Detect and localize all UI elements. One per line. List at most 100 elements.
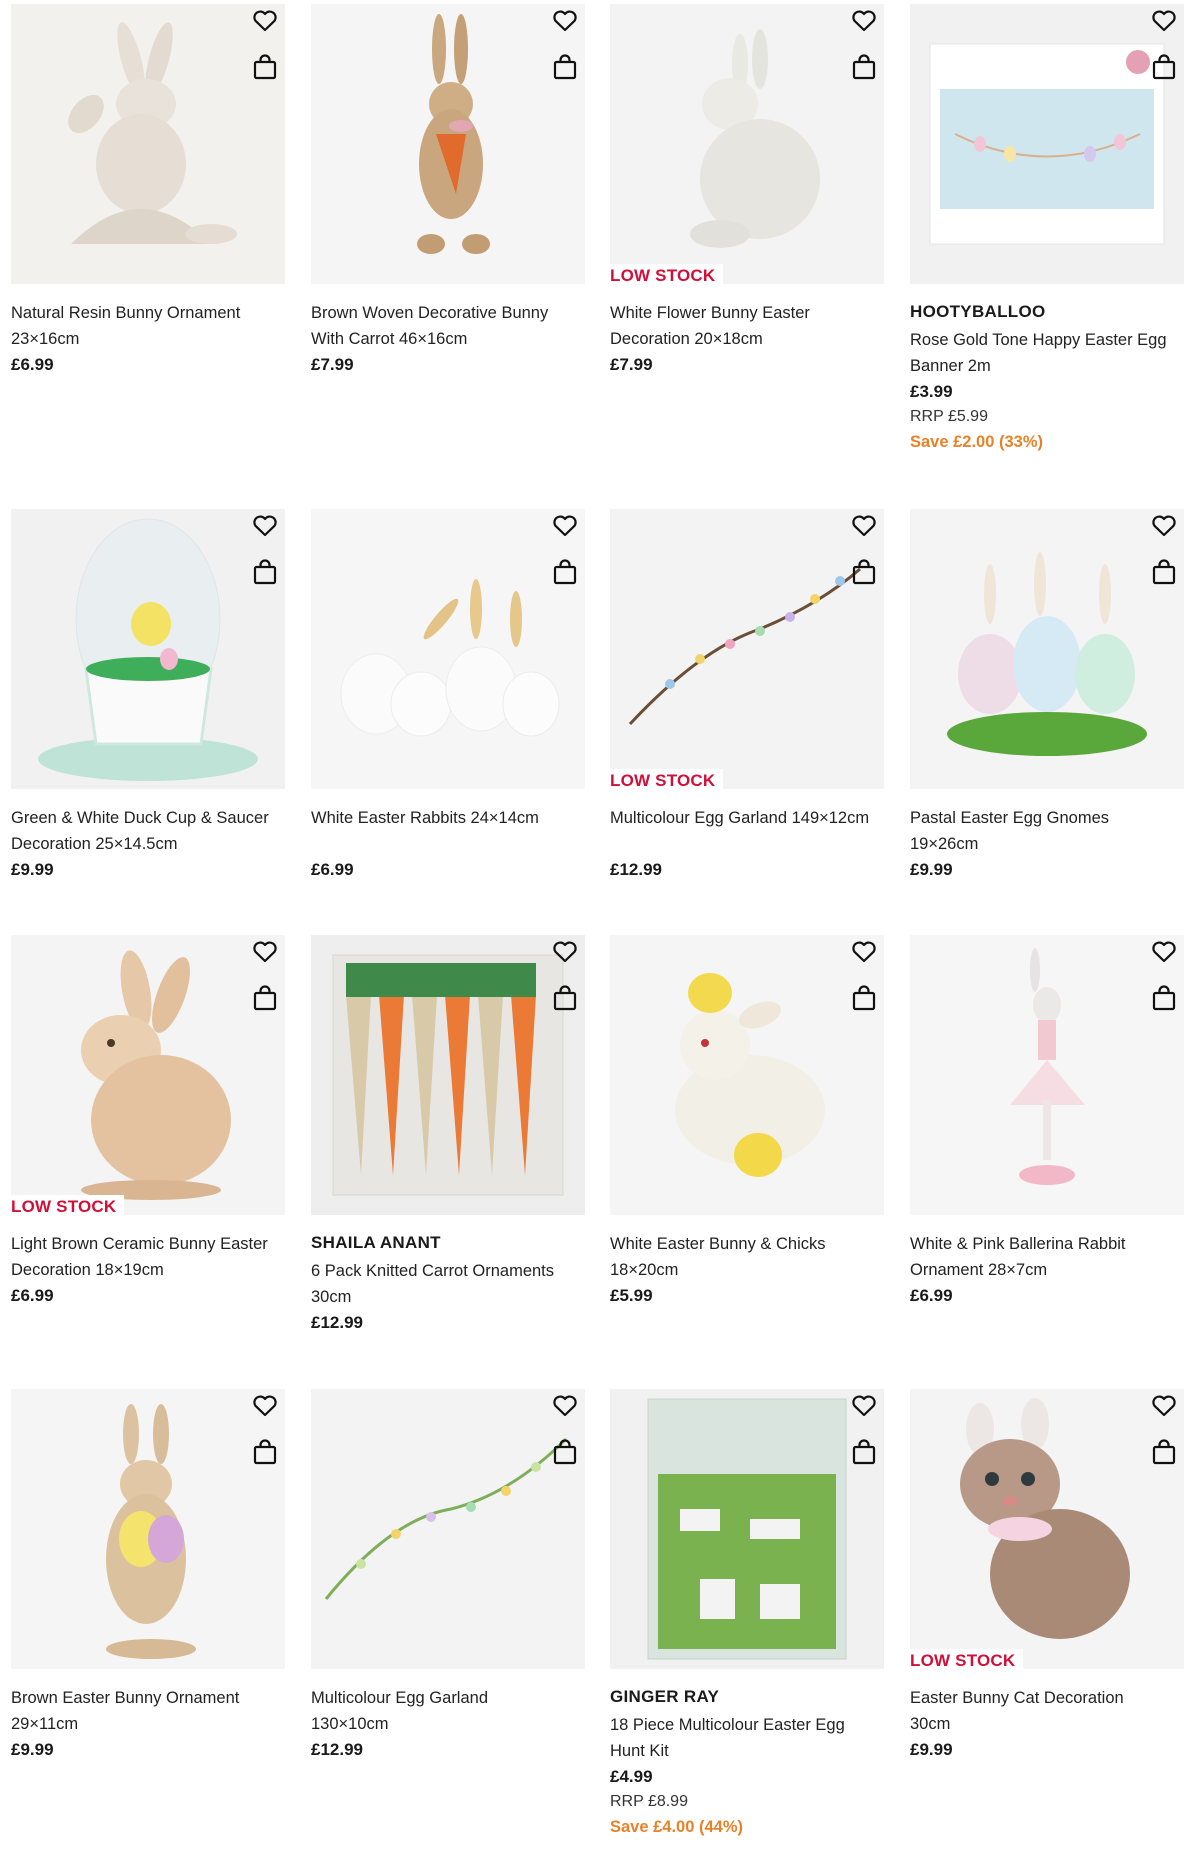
wishlist-heart-icon[interactable] bbox=[1149, 511, 1179, 541]
product-image[interactable] bbox=[311, 4, 585, 284]
easter-gnomes-image bbox=[910, 509, 1184, 789]
product-size[interactable]: 23×16cm bbox=[11, 326, 291, 352]
wishlist-heart-icon[interactable] bbox=[250, 1391, 280, 1421]
add-to-bag-shopping-bag-icon[interactable] bbox=[550, 1436, 580, 1468]
product-image[interactable] bbox=[311, 1389, 585, 1669]
product-name[interactable]: Easter Bunny Cat Decoration bbox=[910, 1685, 1190, 1711]
add-to-bag-shopping-bag-icon[interactable] bbox=[250, 982, 280, 1014]
product-size[interactable]: 19×26cm bbox=[910, 831, 1190, 857]
product-info: Multicolour Egg Garland 149×12cm £12.99 bbox=[610, 805, 890, 882]
product-size[interactable]: Decoration 20×18cm bbox=[610, 326, 890, 352]
flower-bunny-image bbox=[610, 4, 884, 284]
product-price: £6.99 bbox=[311, 860, 354, 879]
product-size[interactable]: Ornament 28×7cm bbox=[910, 1257, 1190, 1283]
product-name[interactable]: White & Pink Ballerina Rabbit bbox=[910, 1231, 1190, 1257]
wishlist-heart-icon[interactable] bbox=[250, 6, 280, 36]
add-to-bag-shopping-bag-icon[interactable] bbox=[1149, 556, 1179, 588]
add-to-bag-shopping-bag-icon[interactable] bbox=[550, 51, 580, 83]
wishlist-heart-icon[interactable] bbox=[1149, 1391, 1179, 1421]
product-name[interactable]: 18 Piece Multicolour Easter Egg bbox=[610, 1712, 890, 1738]
brand-name[interactable]: HOOTYBALLOO bbox=[910, 300, 1190, 324]
product-name[interactable]: Rose Gold Tone Happy Easter Egg bbox=[910, 327, 1190, 353]
add-to-bag-shopping-bag-icon[interactable] bbox=[1149, 982, 1179, 1014]
product-image[interactable]: LOW STOCK bbox=[610, 4, 884, 284]
product-size[interactable] bbox=[610, 831, 890, 857]
brand-name[interactable]: SHAILA ANANT bbox=[311, 1231, 591, 1255]
wishlist-heart-icon[interactable] bbox=[1149, 6, 1179, 36]
product-image[interactable]: LOW STOCK bbox=[610, 509, 884, 789]
product-info: White Easter Rabbits 24×14cm £6.99 bbox=[311, 805, 591, 882]
product-info: White Easter Bunny & Chicks 18×20cm £5.9… bbox=[610, 1231, 890, 1308]
duck-cup-image bbox=[11, 509, 285, 789]
product-size[interactable] bbox=[311, 831, 591, 857]
product-image[interactable] bbox=[910, 4, 1184, 284]
add-to-bag-shopping-bag-icon[interactable] bbox=[1149, 1436, 1179, 1468]
wishlist-heart-icon[interactable] bbox=[849, 511, 879, 541]
wishlist-heart-icon[interactable] bbox=[550, 6, 580, 36]
add-to-bag-shopping-bag-icon[interactable] bbox=[849, 982, 879, 1014]
product-name[interactable]: Multicolour Egg Garland bbox=[311, 1685, 591, 1711]
product-size[interactable]: 18×20cm bbox=[610, 1257, 890, 1283]
egg-garland-image bbox=[610, 509, 884, 789]
product-name[interactable]: Brown Woven Decorative Bunny bbox=[311, 300, 591, 326]
add-to-bag-shopping-bag-icon[interactable] bbox=[550, 556, 580, 588]
product-size[interactable]: With Carrot 46×16cm bbox=[311, 326, 591, 352]
product-name[interactable]: Green & White Duck Cup & Saucer bbox=[11, 805, 291, 831]
product-image[interactable] bbox=[910, 935, 1184, 1215]
add-to-bag-shopping-bag-icon[interactable] bbox=[550, 982, 580, 1014]
product-name[interactable]: White Easter Bunny & Chicks bbox=[610, 1231, 890, 1257]
product-size[interactable]: 29×11cm bbox=[11, 1711, 291, 1737]
product-size[interactable]: Hunt Kit bbox=[610, 1738, 890, 1764]
product-image[interactable]: LOW STOCK bbox=[910, 1389, 1184, 1669]
brand-name[interactable]: GINGER RAY bbox=[610, 1685, 890, 1709]
add-to-bag-shopping-bag-icon[interactable] bbox=[250, 556, 280, 588]
product-info: GINGER RAY 18 Piece Multicolour Easter E… bbox=[610, 1685, 890, 1839]
product-image[interactable] bbox=[311, 935, 585, 1215]
product-name[interactable]: White Flower Bunny Easter bbox=[610, 300, 890, 326]
wishlist-heart-icon[interactable] bbox=[550, 511, 580, 541]
product-size[interactable]: Banner 2m bbox=[910, 353, 1190, 379]
product-image[interactable] bbox=[610, 1389, 884, 1669]
product-image[interactable]: LOW STOCK bbox=[11, 935, 285, 1215]
product-image[interactable] bbox=[311, 509, 585, 789]
wishlist-heart-icon[interactable] bbox=[250, 937, 280, 967]
wishlist-heart-icon[interactable] bbox=[1149, 937, 1179, 967]
product-image[interactable] bbox=[910, 509, 1184, 789]
product-info: HOOTYBALLOO Rose Gold Tone Happy Easter … bbox=[910, 300, 1190, 454]
add-to-bag-shopping-bag-icon[interactable] bbox=[250, 51, 280, 83]
product-name[interactable]: Light Brown Ceramic Bunny Easter bbox=[11, 1231, 291, 1257]
add-to-bag-shopping-bag-icon[interactable] bbox=[250, 1436, 280, 1468]
product-name[interactable]: Natural Resin Bunny Ornament bbox=[11, 300, 291, 326]
wishlist-heart-icon[interactable] bbox=[250, 511, 280, 541]
product-name[interactable]: Pastal Easter Egg Gnomes bbox=[910, 805, 1190, 831]
add-to-bag-shopping-bag-icon[interactable] bbox=[849, 556, 879, 588]
add-to-bag-shopping-bag-icon[interactable] bbox=[1149, 51, 1179, 83]
wishlist-heart-icon[interactable] bbox=[849, 1391, 879, 1421]
product-size[interactable]: Decoration 18×19cm bbox=[11, 1257, 291, 1283]
product-size[interactable]: 130×10cm bbox=[311, 1711, 591, 1737]
wishlist-heart-icon[interactable] bbox=[849, 6, 879, 36]
product-name[interactable]: Multicolour Egg Garland 149×12cm bbox=[610, 805, 890, 831]
wishlist-heart-icon[interactable] bbox=[849, 937, 879, 967]
product-image[interactable] bbox=[610, 935, 884, 1215]
product-size[interactable]: 30cm bbox=[910, 1711, 1190, 1737]
product-size[interactable]: 30cm bbox=[311, 1284, 591, 1310]
add-to-bag-shopping-bag-icon[interactable] bbox=[849, 1436, 879, 1468]
product-size[interactable]: Decoration 25×14.5cm bbox=[11, 831, 291, 857]
low-stock-badge: LOW STOCK bbox=[610, 769, 724, 789]
product-price: £6.99 bbox=[11, 1286, 54, 1305]
product-info: Light Brown Ceramic Bunny Easter Decorat… bbox=[11, 1231, 291, 1308]
product-image[interactable] bbox=[11, 4, 285, 284]
wishlist-heart-icon[interactable] bbox=[550, 1391, 580, 1421]
product-name[interactable]: 6 Pack Knitted Carrot Ornaments bbox=[311, 1258, 591, 1284]
add-to-bag-shopping-bag-icon[interactable] bbox=[849, 51, 879, 83]
product-info: Pastal Easter Egg Gnomes 19×26cm £9.99 bbox=[910, 805, 1190, 882]
product-image[interactable] bbox=[11, 509, 285, 789]
product-price: £7.99 bbox=[610, 355, 653, 374]
product-image[interactable] bbox=[11, 1389, 285, 1669]
product-name[interactable]: Brown Easter Bunny Ornament bbox=[11, 1685, 291, 1711]
wishlist-heart-icon[interactable] bbox=[550, 937, 580, 967]
white-rabbits-image bbox=[311, 509, 585, 789]
product-price: £6.99 bbox=[910, 1286, 953, 1305]
product-name[interactable]: White Easter Rabbits 24×14cm bbox=[311, 805, 591, 831]
